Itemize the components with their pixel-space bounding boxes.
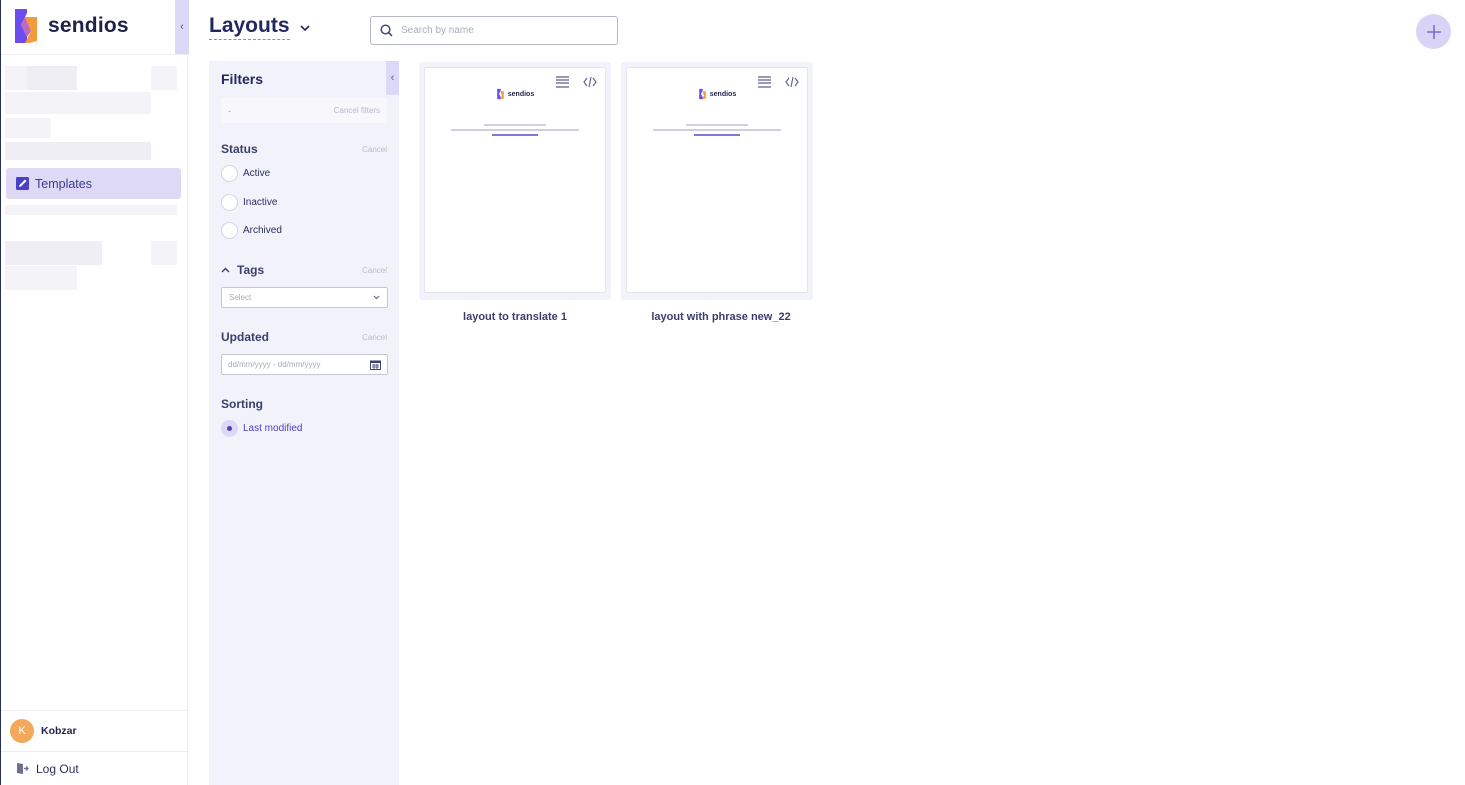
preview-line xyxy=(451,129,579,131)
tags-select-placeholder: Select xyxy=(229,293,252,302)
redacted-nav-item xyxy=(5,142,151,160)
updated-cancel-button[interactable]: Cancel xyxy=(362,333,387,342)
card-toolbar xyxy=(556,76,597,88)
preview-link xyxy=(492,134,538,136)
sorting-label: Sorting xyxy=(221,397,263,411)
status-label: Status xyxy=(221,142,258,156)
active-filters-placeholder: - xyxy=(228,105,231,116)
preview-line xyxy=(484,124,546,126)
search-box xyxy=(370,16,618,45)
date-range-input[interactable] xyxy=(228,360,358,369)
tags-select[interactable]: Select xyxy=(221,287,388,308)
layout-card[interactable]: sendios xyxy=(419,62,611,300)
cancel-filters-button[interactable]: Cancel filters xyxy=(334,106,380,115)
add-layout-button[interactable] xyxy=(1416,14,1451,49)
redacted-nav-item xyxy=(151,241,177,265)
sendios-logo-icon xyxy=(15,9,37,43)
layout-name[interactable]: layout with phrase new_22 xyxy=(625,311,817,323)
logout-label: Log Out xyxy=(36,761,79,776)
app-root: sendios ‹ Templates K Kobzar Log Out Lay… xyxy=(0,0,1465,785)
redacted-nav-item xyxy=(5,118,51,138)
filters-collapse-button[interactable]: ‹ xyxy=(386,61,399,95)
preview-brand: sendios xyxy=(425,88,605,100)
chevron-left-icon: ‹ xyxy=(180,21,184,33)
status-option-inactive[interactable]: Inactive xyxy=(221,194,277,211)
user-name: Kobzar xyxy=(41,725,77,737)
layouts-title-dropdown[interactable]: Layouts xyxy=(209,14,310,40)
plus-icon xyxy=(1426,24,1441,39)
sorting-option-label: Last modified xyxy=(243,423,303,434)
active-filters-bar: - Cancel filters xyxy=(221,98,387,123)
redacted-nav-item xyxy=(151,66,177,90)
layout-name[interactable]: layout to translate 1 xyxy=(419,311,611,323)
preview-brand-name: sendios xyxy=(507,90,535,98)
search-icon xyxy=(380,24,393,37)
filters-title: Filters xyxy=(221,71,264,87)
sendios-logo-icon xyxy=(698,88,706,100)
chevron-down-icon xyxy=(299,21,310,35)
status-option-label: Archived xyxy=(243,225,282,236)
calendar-icon[interactable] xyxy=(370,360,381,370)
page-title: Layouts xyxy=(209,14,290,40)
layout-card[interactable]: sendios xyxy=(621,62,813,300)
card-toolbar xyxy=(758,76,799,88)
user-profile[interactable]: K Kobzar xyxy=(1,710,189,751)
brand-name: sendios xyxy=(48,14,129,37)
divider xyxy=(1,54,189,55)
radio-button-selected[interactable] xyxy=(221,420,238,437)
preview-brand-name: sendios xyxy=(709,90,737,98)
status-option-active[interactable]: Active xyxy=(221,165,270,182)
avatar: K xyxy=(10,719,34,743)
list-view-icon[interactable] xyxy=(556,76,569,88)
code-icon[interactable] xyxy=(583,76,597,88)
radio-button[interactable] xyxy=(221,222,238,239)
brand[interactable]: sendios xyxy=(11,6,129,46)
sidebar-item-templates[interactable]: Templates xyxy=(6,168,181,199)
chevron-left-icon: ‹ xyxy=(390,72,395,84)
preview-link xyxy=(694,134,740,136)
sidebar-collapse-button[interactable]: ‹ xyxy=(175,0,189,54)
redacted-nav-item xyxy=(5,266,77,290)
redacted-nav-item xyxy=(5,92,151,114)
preview-text-lines xyxy=(425,124,605,136)
date-range-field xyxy=(221,354,388,375)
logout-icon xyxy=(17,763,29,774)
status-option-label: Active xyxy=(243,168,271,179)
layout-preview: sendios xyxy=(626,67,808,293)
radio-button[interactable] xyxy=(221,194,238,211)
sidebar: sendios ‹ Templates K Kobzar Log Out xyxy=(0,0,189,785)
chevron-up-icon xyxy=(221,265,230,276)
status-cancel-button[interactable]: Cancel xyxy=(362,145,387,154)
logout-button[interactable]: Log Out xyxy=(1,751,189,785)
preview-line xyxy=(653,129,781,131)
redacted-nav-item xyxy=(5,66,27,90)
preview-brand: sendios xyxy=(627,88,807,100)
redacted-nav-item xyxy=(5,205,177,215)
radio-button[interactable] xyxy=(221,165,238,182)
status-option-label: Inactive xyxy=(243,197,278,208)
list-view-icon[interactable] xyxy=(758,76,771,88)
preview-line xyxy=(686,124,748,126)
status-option-archived[interactable]: Archived xyxy=(221,222,282,239)
sidebar-item-label: Templates xyxy=(35,176,92,191)
tags-cancel-button[interactable]: Cancel xyxy=(362,266,387,275)
redacted-nav-item xyxy=(5,241,102,265)
chevron-down-icon xyxy=(373,293,380,302)
filters-panel: ‹ Filters - Cancel filters Status Cancel… xyxy=(209,61,399,785)
updated-label: Updated xyxy=(221,330,269,344)
sendios-logo-icon xyxy=(496,88,504,100)
preview-text-lines xyxy=(627,124,807,136)
tags-label: Tags xyxy=(237,263,265,277)
sorting-option-last-modified[interactable]: Last modified xyxy=(221,420,302,437)
search-input[interactable] xyxy=(401,25,601,36)
tags-section-toggle[interactable]: Tags xyxy=(221,263,264,277)
code-icon[interactable] xyxy=(785,76,799,88)
redacted-nav-item xyxy=(27,66,77,90)
layout-preview: sendios xyxy=(424,67,606,293)
edit-template-icon xyxy=(16,177,29,190)
